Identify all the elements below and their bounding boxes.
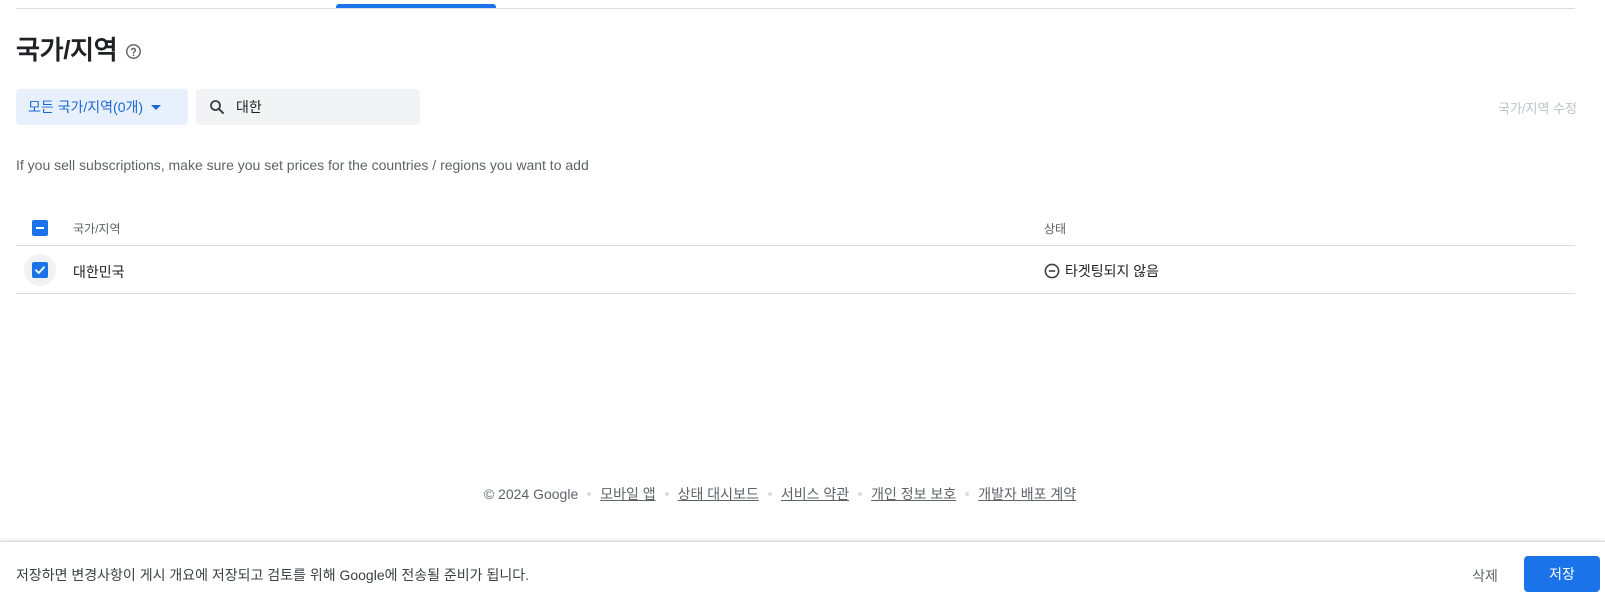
caret-down-icon	[151, 104, 162, 110]
footer-separator	[965, 492, 970, 496]
discard-button[interactable]: 삭제	[1455, 558, 1515, 594]
copyright-text: © 2024 Google	[483, 486, 579, 502]
save-button[interactable]: 저장	[1524, 556, 1600, 592]
save-bar-message: 저장하면 변경사항이 게시 개요에 저장되고 검토를 위해 Google에 전송…	[16, 567, 529, 583]
footer-link-terms[interactable]: 서비스 약관	[781, 484, 849, 504]
select-all-checkbox[interactable]	[32, 220, 48, 236]
footer-separator	[664, 492, 669, 496]
status-label: 타겟팅되지 않음	[1065, 263, 1160, 279]
column-header-status[interactable]: 상태	[1044, 220, 1066, 237]
status-cell: 타겟팅되지 않음	[1044, 261, 1159, 281]
search-icon	[208, 98, 226, 116]
save-bar: 저장하면 변경사항이 게시 개요에 저장되고 검토를 위해 Google에 전송…	[0, 541, 1605, 613]
page-header: 국가/지역	[16, 30, 142, 67]
country-filter-dropdown[interactable]: 모든 국가/지역(0개)	[16, 89, 188, 125]
page-title: 국가/지역	[16, 35, 118, 65]
subscription-info-text: If you sell subscriptions, make sure you…	[16, 157, 589, 173]
help-circle-icon[interactable]	[125, 43, 142, 60]
row-checkbox[interactable]	[32, 262, 48, 278]
footer-separator	[858, 492, 863, 496]
footer-separator	[587, 492, 592, 496]
page-footer: © 2024 Google 모바일 앱 상태 대시보드 서비스 약관 개인 정보…	[0, 484, 1560, 504]
footer-link-developer-agreement[interactable]: 개발자 배포 계약	[978, 484, 1076, 504]
footer-separator	[767, 492, 772, 496]
table-row[interactable]: 대한민국 타겟팅되지 않음	[16, 246, 1575, 294]
footer-link-privacy[interactable]: 개인 정보 보호	[871, 484, 956, 504]
filter-label: 모든 국가/지역(0개)	[28, 99, 144, 115]
countries-table: 국가/지역 상태 대한민국 타겟팅되지 않음	[16, 208, 1575, 294]
active-tab-indicator	[336, 4, 496, 8]
footer-link-status-dashboard[interactable]: 상태 대시보드	[678, 484, 759, 504]
search-box[interactable]	[196, 89, 420, 125]
table-header: 국가/지역 상태	[16, 208, 1575, 246]
tab-bar-divider	[16, 8, 1575, 9]
search-input[interactable]	[236, 99, 406, 115]
edit-countries-link[interactable]: 국가/지역 수정	[1498, 98, 1577, 117]
footer-link-mobile-app[interactable]: 모바일 앱	[600, 484, 655, 504]
column-header-country[interactable]: 국가/지역	[73, 220, 121, 237]
country-name: 대한민국	[73, 264, 125, 280]
minus-circle-icon	[1044, 263, 1060, 279]
